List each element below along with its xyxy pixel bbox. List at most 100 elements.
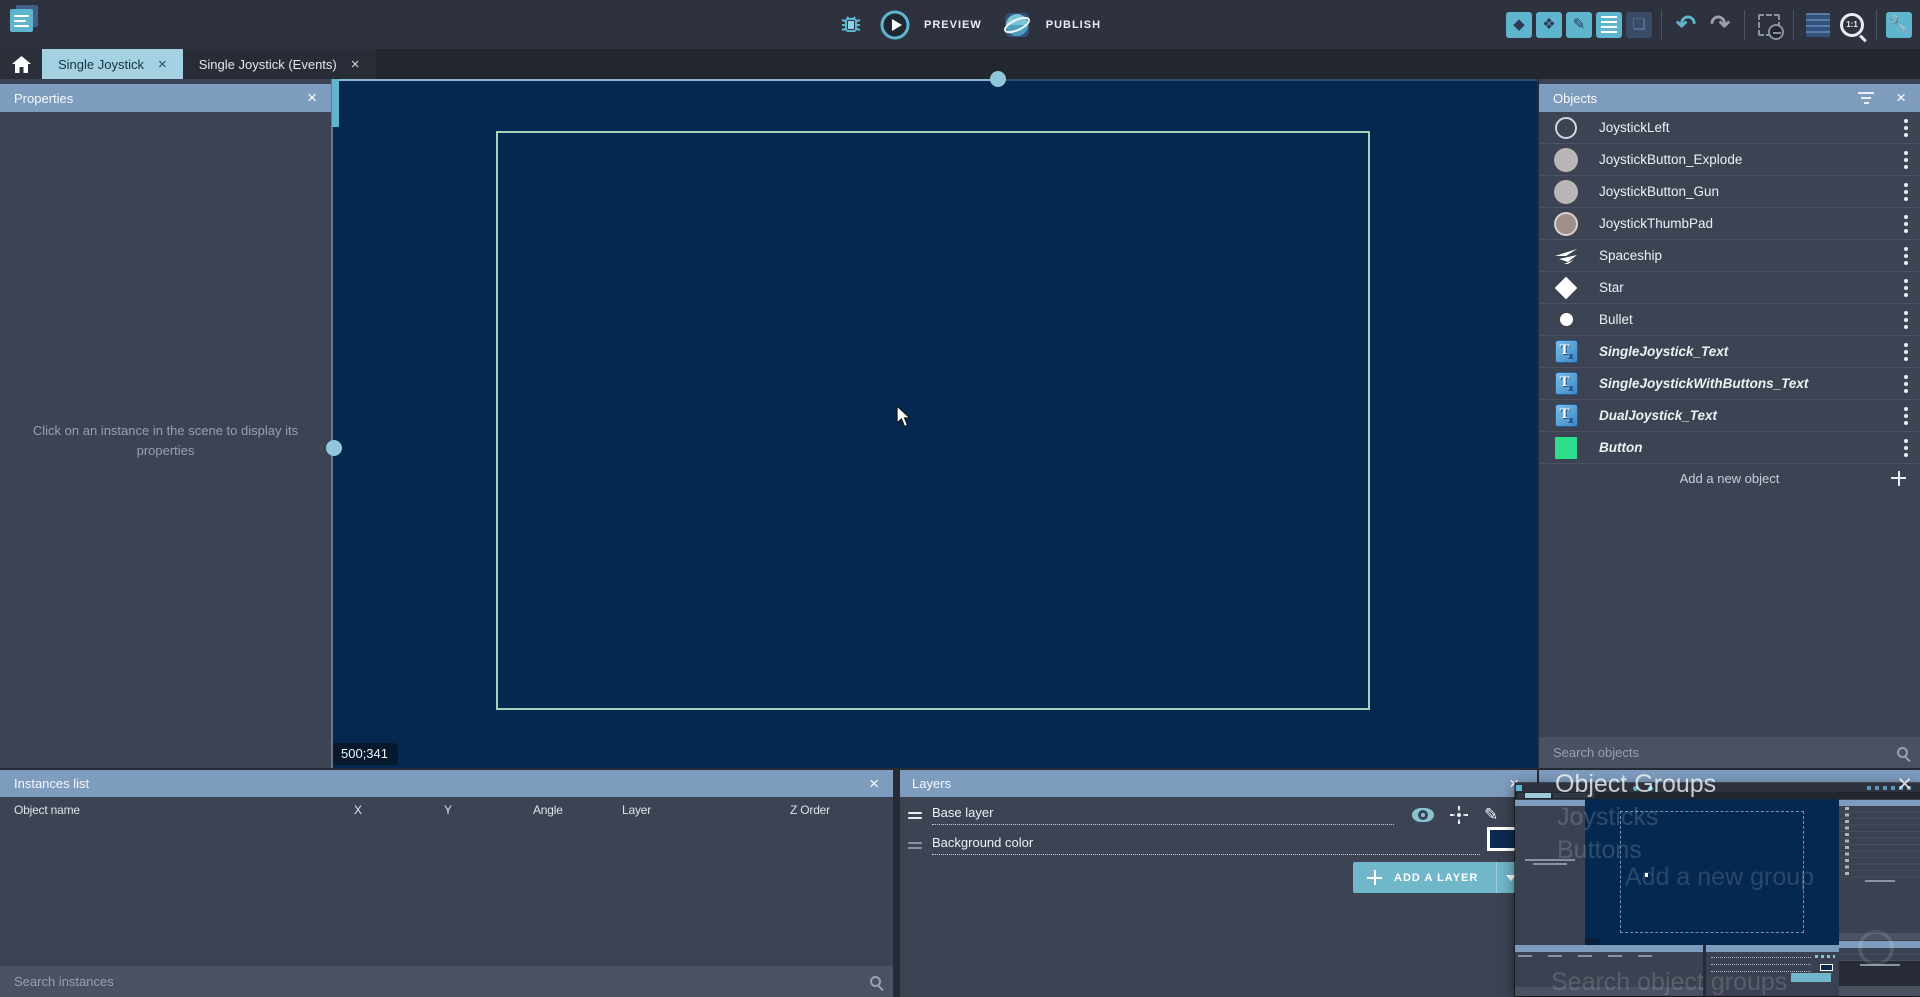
close-icon[interactable]: × xyxy=(869,774,879,794)
row-menu-icon[interactable] xyxy=(1904,254,1908,258)
spaceship-icon xyxy=(1553,247,1579,265)
tab-label: Single Joystick (Events) xyxy=(199,57,337,72)
instances-panel: Instances list × Object name X Y Angle L… xyxy=(0,770,893,997)
edit-scene-icon[interactable]: ✎ xyxy=(1566,12,1592,38)
object-row[interactable]: SingleJoystick_Text xyxy=(1539,336,1920,368)
add-object-button[interactable]: Add a new object xyxy=(1539,464,1920,492)
drag-handle-icon xyxy=(908,842,922,849)
object-row[interactable]: JoystickLeft xyxy=(1539,112,1920,144)
minimap-layer-row xyxy=(1711,954,1811,958)
add-layer-button[interactable]: ADD A LAYER xyxy=(1353,862,1524,893)
publish-label[interactable]: PUBLISH xyxy=(1046,19,1101,31)
column-header: X xyxy=(354,803,362,817)
minimap-object-icons xyxy=(1845,807,1849,877)
circle-gray-icon xyxy=(1553,148,1579,172)
minimap-object-groups-header xyxy=(1839,941,1920,948)
column-header: Layer xyxy=(622,803,651,817)
properties-title: Properties xyxy=(14,91,73,106)
object-row[interactable]: JoystickButton_Gun xyxy=(1539,176,1920,208)
minimap-add-object xyxy=(1865,880,1895,882)
minimap-logo xyxy=(1516,785,1522,791)
row-menu-icon[interactable] xyxy=(1904,382,1908,386)
minimap-home-tab xyxy=(1517,793,1524,798)
search-objects-input[interactable] xyxy=(1551,744,1897,761)
toolbar-separator xyxy=(1744,10,1745,40)
clear-selection-icon xyxy=(1754,8,1784,42)
objects-list: JoystickLeft JoystickButton_Explode Joys… xyxy=(1539,112,1920,464)
layer-row-base[interactable]: Base layer ✎ xyxy=(900,800,1537,830)
minimap-layer-row xyxy=(1711,968,1811,972)
canvas-edge-handle[interactable] xyxy=(326,440,342,456)
floating-preview-window[interactable] xyxy=(1515,783,1920,996)
objects-panel: Objects × JoystickLeft JoystickButton_Ex… xyxy=(1539,79,1920,768)
scene-properties-icon[interactable] xyxy=(1596,12,1622,38)
row-menu-icon[interactable] xyxy=(1904,350,1908,354)
home-icon xyxy=(12,56,31,73)
text-object-icon xyxy=(1553,340,1579,363)
circle-warm-gray-icon xyxy=(1553,212,1579,236)
scene-canvas[interactable]: 500;341 xyxy=(333,79,1537,768)
row-menu-icon[interactable] xyxy=(1904,318,1908,322)
undo-icon[interactable]: ↶ xyxy=(1671,8,1701,42)
row-menu-icon[interactable] xyxy=(1904,446,1908,450)
toolbar-separator xyxy=(1876,10,1877,40)
object-row[interactable]: JoystickThumbPad xyxy=(1539,208,1920,240)
redo-icon[interactable]: ↷ xyxy=(1705,8,1735,42)
row-menu-icon[interactable] xyxy=(1904,126,1908,130)
tab-close-icon[interactable]: × xyxy=(158,56,167,73)
add-object-group-icon[interactable]: ❖ xyxy=(1536,12,1562,38)
debugger-icon[interactable] xyxy=(836,8,866,42)
search-icon xyxy=(870,976,881,987)
circle-gray-icon xyxy=(1553,180,1579,204)
objects-title: Objects xyxy=(1553,91,1597,106)
close-icon[interactable]: × xyxy=(307,88,317,108)
tab-single-joystick-events[interactable]: Single Joystick (Events) × xyxy=(183,49,376,79)
zoom-1-1-icon[interactable]: 1:1 xyxy=(1837,8,1867,42)
scene-tabs: Single Joystick × Single Joystick (Event… xyxy=(0,49,1920,79)
object-row[interactable]: DualJoystick_Text xyxy=(1539,400,1920,432)
publish-globe-icon[interactable] xyxy=(1002,8,1032,42)
column-header: Y xyxy=(444,803,452,817)
setup-wrench-icon[interactable]: 🔧 xyxy=(1886,12,1912,38)
grid-icon[interactable] xyxy=(1803,8,1833,42)
close-icon[interactable]: × xyxy=(1896,88,1906,108)
preview-label[interactable]: PREVIEW xyxy=(924,19,982,31)
minimap-text-line xyxy=(1533,863,1567,865)
layer-row-background[interactable]: Background color xyxy=(900,830,1537,860)
effects-icon[interactable] xyxy=(1450,806,1468,824)
row-menu-icon[interactable] xyxy=(1904,190,1908,194)
object-row[interactable]: Star xyxy=(1539,272,1920,304)
object-row[interactable]: Spaceship xyxy=(1539,240,1920,272)
canvas-edge-handle[interactable] xyxy=(990,71,1006,87)
drag-handle-icon[interactable] xyxy=(908,812,922,819)
row-menu-icon[interactable] xyxy=(1904,286,1908,290)
layers-stack-icon[interactable]: ❏ xyxy=(1626,12,1652,38)
minimap-layer-row xyxy=(1711,961,1811,965)
edit-pencil-icon[interactable]: ✎ xyxy=(1484,805,1498,825)
row-menu-icon[interactable] xyxy=(1904,414,1908,418)
instances-search xyxy=(0,966,893,997)
object-row[interactable]: Button xyxy=(1539,432,1920,464)
background-color-label[interactable]: Background color xyxy=(932,835,1480,855)
object-row[interactable]: JoystickButton_Explode xyxy=(1539,144,1920,176)
plus-icon[interactable] xyxy=(1891,471,1906,486)
properties-panel: Properties × Click on an instance in the… xyxy=(0,79,331,768)
add-object-icon[interactable]: ◆ xyxy=(1506,12,1532,38)
home-tab[interactable] xyxy=(0,49,42,79)
layer-name-field[interactable]: Base layer xyxy=(932,805,1394,825)
object-row[interactable]: SingleJoystickWithButtons_Text xyxy=(1539,368,1920,400)
tab-close-icon[interactable]: × xyxy=(351,56,360,73)
row-menu-icon[interactable] xyxy=(1904,158,1908,162)
row-menu-icon[interactable] xyxy=(1904,222,1908,226)
filter-icon[interactable] xyxy=(1858,92,1874,104)
minimap-tab xyxy=(1525,793,1551,798)
minimap-search xyxy=(1839,933,1920,940)
object-row[interactable]: Bullet xyxy=(1539,304,1920,336)
panel-resize-divider[interactable] xyxy=(331,79,333,768)
search-instances-input[interactable] xyxy=(12,973,870,990)
tab-single-joystick[interactable]: Single Joystick × xyxy=(42,49,183,79)
minimap-object-rows xyxy=(1839,806,1920,878)
preview-play-icon[interactable] xyxy=(880,8,910,42)
visibility-eye-icon[interactable] xyxy=(1412,808,1434,822)
scrollbar-thumb[interactable] xyxy=(332,79,339,127)
